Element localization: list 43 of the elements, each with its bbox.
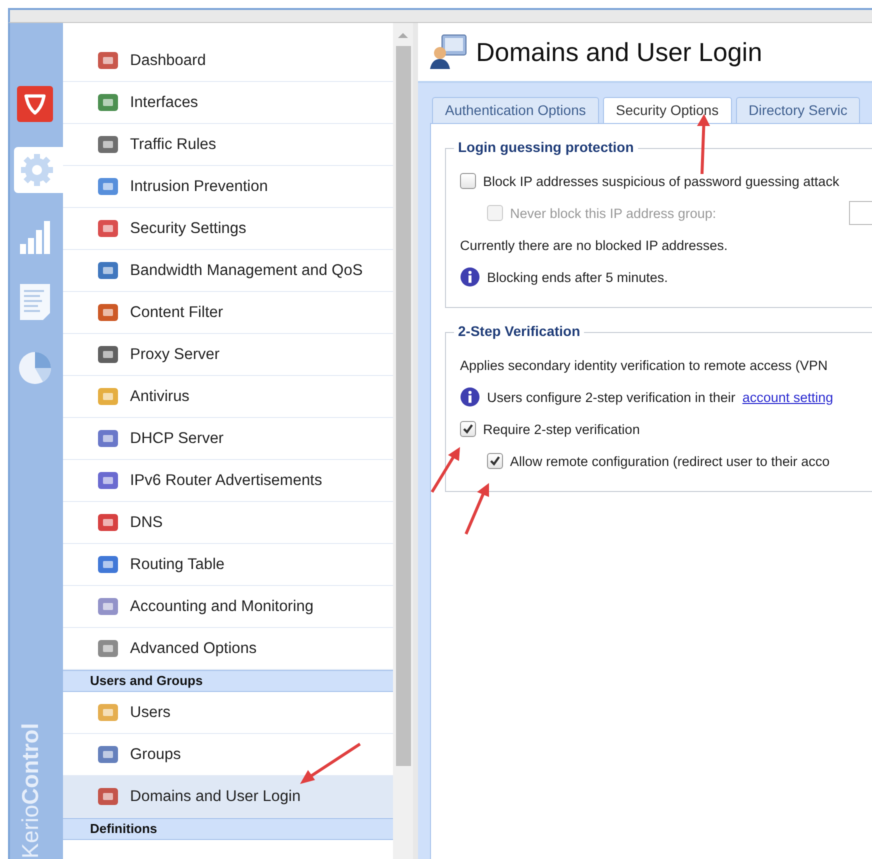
menu-item[interactable]: Intrusion Prevention (63, 166, 393, 208)
checkbox-label: Never block this IP address group: (510, 206, 716, 220)
checkbox[interactable] (460, 173, 476, 189)
settings-tab[interactable] (14, 147, 63, 193)
menu-item[interactable]: Traffic Rules (63, 124, 393, 166)
checkbox[interactable] (487, 453, 503, 469)
menu-section-header: Definitions (63, 818, 393, 840)
menu-item[interactable]: Routing Table (63, 544, 393, 586)
tab[interactable]: Directory Servic (736, 97, 860, 123)
menu-item[interactable]: Domains and User Login (63, 776, 393, 818)
menu-item[interactable]: Bandwidth Management and QoS (63, 250, 393, 292)
brand-logo: KerioControl (17, 722, 44, 858)
domain-users-icon (428, 33, 468, 71)
info-icon (460, 387, 480, 407)
section-title: Login guessing protection (454, 139, 638, 155)
tab[interactable]: Authentication Options (432, 97, 599, 123)
checkbox-label: Require 2-step verification (483, 422, 640, 436)
page-title: Domains and User Login (476, 36, 762, 68)
checkbox[interactable] (460, 421, 476, 437)
menu-item[interactable]: Accounting and Monitoring (63, 586, 393, 628)
menu-item[interactable]: Antivirus (63, 376, 393, 418)
checkbox-label: Allow remote configuration (redirect user to their acco (510, 454, 830, 468)
menu-item[interactable]: Users (63, 692, 393, 734)
checkbox-label: Block IP addresses suspicious of password guessing attack (483, 174, 840, 188)
menu-item[interactable]: DHCP Server (63, 418, 393, 460)
menu-section-header: Users and Groups (63, 670, 393, 692)
scrollbar[interactable] (393, 23, 413, 859)
menu-item[interactable]: Proxy Server (63, 334, 393, 376)
menu-item[interactable]: Content Filter (63, 292, 393, 334)
menu-item[interactable]: IPv6 Router Advertisements (63, 460, 393, 502)
info-icon (460, 267, 480, 287)
info-text: Blocking ends after 5 minutes. (487, 270, 668, 284)
menu-item[interactable]: Dashboard (63, 40, 393, 82)
description-text: Applies secondary identity verification to remote access (VPN (460, 358, 828, 372)
menu-item[interactable]: DNS (63, 502, 393, 544)
menu-item[interactable]: Security Settings (63, 208, 393, 250)
tab[interactable]: Security Options (602, 97, 732, 123)
section-title: 2-Step Verification (454, 323, 584, 339)
description-text: Currently there are no blocked IP addresses. (460, 238, 728, 252)
info-text: Users configure 2-step verification in their (487, 390, 736, 404)
account-settings-link[interactable]: account setting (742, 390, 834, 404)
menu-item[interactable]: Interfaces (63, 82, 393, 124)
annotation-arrow (298, 742, 362, 786)
